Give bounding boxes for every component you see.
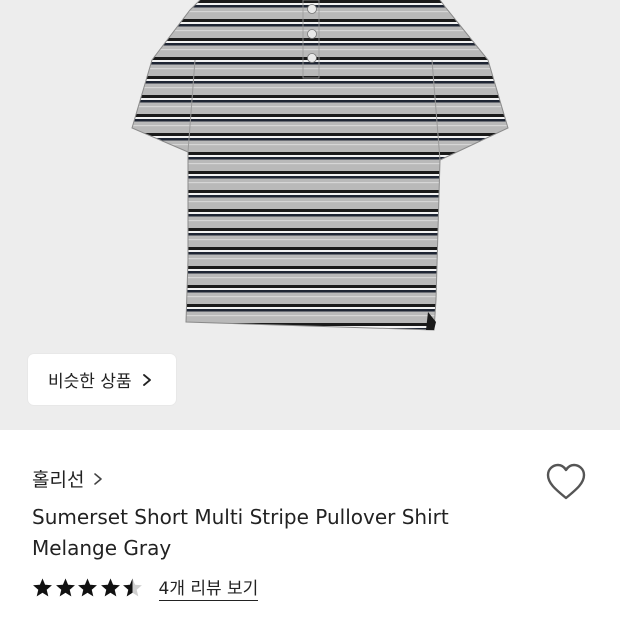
product-info: 홀리선 Sumerset Short Multi Stripe Pullover…	[0, 430, 620, 620]
rating-row: 4개 리뷰 보기	[32, 574, 259, 601]
review-link[interactable]: 4개 리뷰 보기	[158, 574, 259, 601]
similar-products-button[interactable]: 비슷한 상품	[28, 354, 176, 405]
product-title: Sumerset Short Multi Stripe Pullover Shi…	[32, 502, 502, 564]
chevron-right-icon	[94, 472, 103, 485]
product-title-line2: Melange Gray	[32, 536, 172, 560]
brand-name: 홀리선	[32, 469, 85, 491]
product-title-line1: Sumerset Short Multi Stripe Pullover Shi…	[32, 505, 449, 529]
similar-products-label: 비슷한 상품	[48, 372, 132, 392]
star-full-icon	[100, 578, 120, 597]
star-half-icon	[123, 578, 142, 597]
star-full-icon	[78, 578, 97, 597]
product-image-area: 비슷한 상품	[0, 0, 620, 430]
heart-outline-icon[interactable]	[545, 462, 587, 502]
star-full-icon	[55, 578, 75, 597]
rating-stars	[32, 577, 145, 598]
brand-link[interactable]: 홀리선	[32, 465, 104, 492]
star-full-icon	[33, 578, 52, 597]
chevron-right-icon	[142, 373, 151, 386]
